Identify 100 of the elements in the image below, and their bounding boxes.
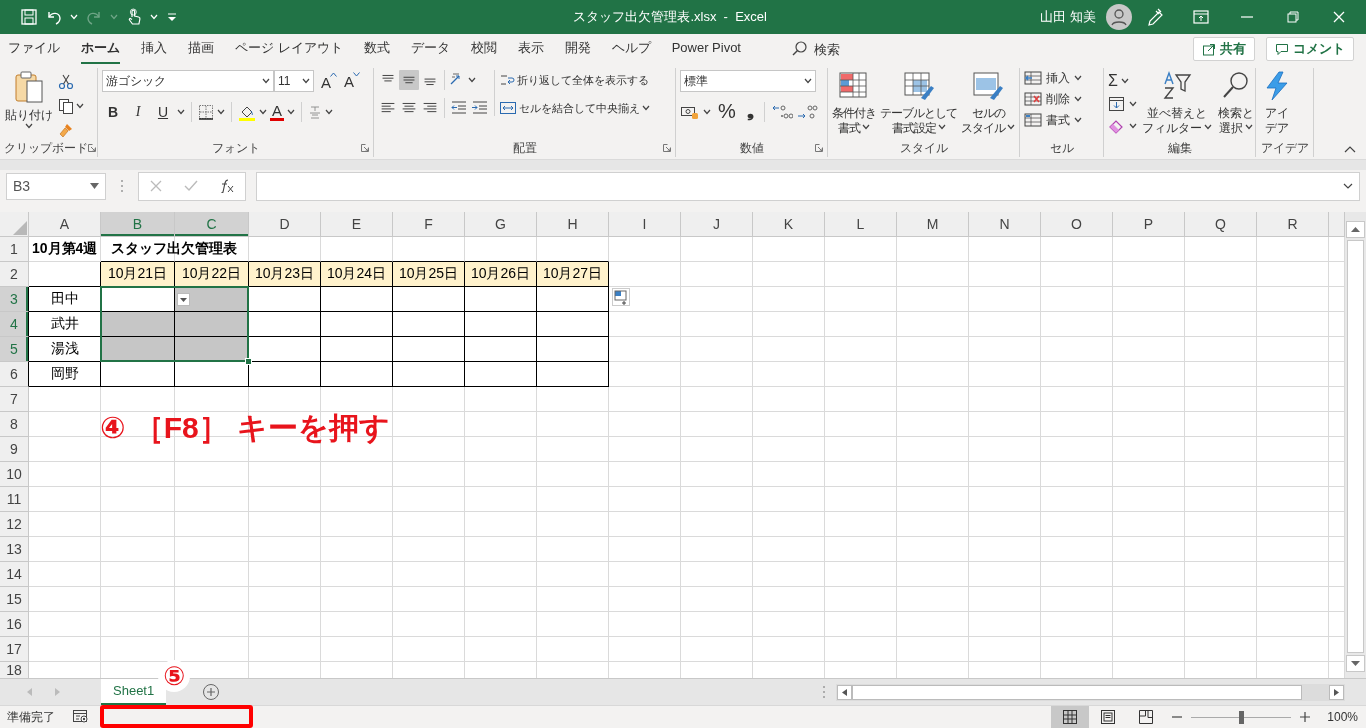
- row-header[interactable]: 2: [0, 262, 29, 287]
- wrap-text-icon[interactable]: [499, 72, 515, 88]
- menu-tab[interactable]: ページ レイアウト: [235, 33, 343, 65]
- column-header[interactable]: K: [753, 212, 825, 237]
- caret-icon[interactable]: [90, 183, 99, 189]
- row-header[interactable]: 6: [0, 362, 29, 387]
- scroll-down-icon[interactable]: [1346, 655, 1365, 672]
- column-header[interactable]: C: [175, 212, 249, 237]
- row-header[interactable]: 7: [0, 387, 29, 412]
- decrease-decimal-icon[interactable]: [795, 102, 818, 121]
- share-button[interactable]: 共有: [1193, 37, 1255, 61]
- menu-tab[interactable]: 数式: [363, 33, 390, 65]
- increase-decimal-icon[interactable]: [770, 102, 793, 121]
- underline-button[interactable]: U: [152, 104, 174, 120]
- row-header[interactable]: 18: [0, 662, 29, 678]
- menu-tab[interactable]: 表示: [517, 33, 544, 65]
- search-field[interactable]: 検索: [814, 41, 874, 57]
- column-header[interactable]: A: [29, 212, 101, 237]
- font-name-dropdown[interactable]: 游ゴシック: [102, 70, 274, 92]
- caret-icon[interactable]: [1120, 78, 1129, 84]
- column-header[interactable]: P: [1113, 212, 1185, 237]
- caret-icon[interactable]: [325, 109, 333, 115]
- column-header[interactable]: B: [101, 212, 175, 237]
- comment-icon[interactable]: [1275, 42, 1289, 56]
- caret-icon[interactable]: [642, 105, 650, 111]
- row-header[interactable]: 11: [0, 487, 29, 512]
- customize-icon[interactable]: [165, 10, 179, 24]
- insert-button[interactable]: 挿入: [1024, 70, 1082, 86]
- formula-field[interactable]: [256, 171, 1360, 201]
- caret-icon[interactable]: [1129, 101, 1137, 107]
- menu-tab[interactable]: ヘルプ: [611, 33, 651, 65]
- column-header[interactable]: J: [681, 212, 753, 237]
- cell-styles-button[interactable]: セルの スタイル: [961, 70, 1015, 136]
- row-header[interactable]: 17: [0, 637, 29, 662]
- menu-tab[interactable]: 開発: [564, 33, 591, 65]
- caret-icon[interactable]: [1074, 75, 1082, 81]
- autosum-button[interactable]: Σ: [1108, 72, 1118, 90]
- dialog-launcher-icon[interactable]: [815, 144, 823, 152]
- zoom-in-icon[interactable]: [1299, 711, 1312, 723]
- save-icon[interactable]: [20, 8, 38, 26]
- dropdown-icon[interactable]: [177, 293, 190, 306]
- format-as-table-button[interactable]: テーブルとして 書式設定: [880, 70, 957, 136]
- caret-icon[interactable]: [1204, 123, 1212, 130]
- column-header[interactable]: M: [897, 212, 969, 237]
- column-header[interactable]: R: [1257, 212, 1329, 237]
- new-sheet-icon[interactable]: [202, 683, 221, 701]
- caret-icon[interactable]: [262, 78, 270, 84]
- quick-analysis-icon[interactable]: [612, 288, 630, 306]
- row-header[interactable]: 10: [0, 462, 29, 487]
- conditional-formatting-button[interactable]: 条件付き 書式: [832, 70, 876, 136]
- scroll-up-icon[interactable]: [1346, 221, 1365, 238]
- caret-icon[interactable]: [302, 78, 310, 84]
- name-box[interactable]: B3: [6, 172, 106, 200]
- caret-icon[interactable]: [177, 109, 185, 115]
- caret-icon[interactable]: [804, 78, 812, 84]
- scroll-left-icon[interactable]: [837, 684, 852, 700]
- italic-button[interactable]: I: [127, 104, 149, 120]
- menu-tab[interactable]: ファイル: [8, 33, 60, 65]
- delete-button[interactable]: 削除: [1024, 91, 1082, 107]
- column-header[interactable]: H: [537, 212, 609, 237]
- bold-button[interactable]: B: [102, 104, 124, 120]
- dialog-launcher-icon[interactable]: [361, 144, 369, 152]
- menu-tab[interactable]: 校閲: [470, 33, 497, 65]
- font-color-button[interactable]: A: [270, 103, 284, 121]
- caret-icon[interactable]: [76, 103, 84, 109]
- caret-icon[interactable]: [25, 123, 33, 129]
- caret-icon[interactable]: [287, 109, 295, 115]
- wrap-text-button[interactable]: 折り返して全体を表示する: [499, 72, 650, 88]
- share-icon[interactable]: [1202, 42, 1216, 56]
- merge-center-button[interactable]: セルを結合して中央揃え: [499, 100, 650, 116]
- scroll-right-icon[interactable]: [1329, 684, 1344, 700]
- paste-button[interactable]: 貼り付け: [4, 70, 54, 129]
- row-header[interactable]: 14: [0, 562, 29, 587]
- insert-function-icon[interactable]: [218, 179, 235, 193]
- comment-button[interactable]: コメント: [1266, 37, 1354, 61]
- dialog-launcher-icon[interactable]: [88, 144, 96, 152]
- row-header[interactable]: 9: [0, 437, 29, 462]
- caret-icon[interactable]: [862, 123, 870, 130]
- font-size-dropdown[interactable]: 11: [274, 70, 314, 92]
- number-format-dropdown[interactable]: 標準: [680, 70, 816, 92]
- slider-thumb[interactable]: [1239, 710, 1245, 724]
- caret-icon[interactable]: [937, 123, 946, 130]
- row-header[interactable]: 15: [0, 587, 29, 612]
- row-header[interactable]: 13: [0, 537, 29, 562]
- caret-icon[interactable]: [1129, 123, 1137, 129]
- column-header[interactable]: D: [249, 212, 321, 237]
- row-header[interactable]: 12: [0, 512, 29, 537]
- format-button[interactable]: 書式: [1024, 112, 1082, 128]
- search-icon[interactable]: [790, 40, 808, 58]
- scrollbar-thumb[interactable]: [1347, 240, 1364, 653]
- percent-style-button[interactable]: %: [714, 100, 740, 123]
- macro-record-icon[interactable]: [73, 710, 89, 724]
- caret-icon[interactable]: [1007, 123, 1015, 130]
- column-header[interactable]: O: [1041, 212, 1113, 237]
- row-header[interactable]: 16: [0, 612, 29, 637]
- row-header[interactable]: 4: [0, 312, 29, 337]
- caret-icon[interactable]: [468, 77, 476, 83]
- drag-handle-icon[interactable]: [119, 179, 125, 193]
- column-header[interactable]: L: [825, 212, 897, 237]
- copy-icon[interactable]: [58, 98, 74, 114]
